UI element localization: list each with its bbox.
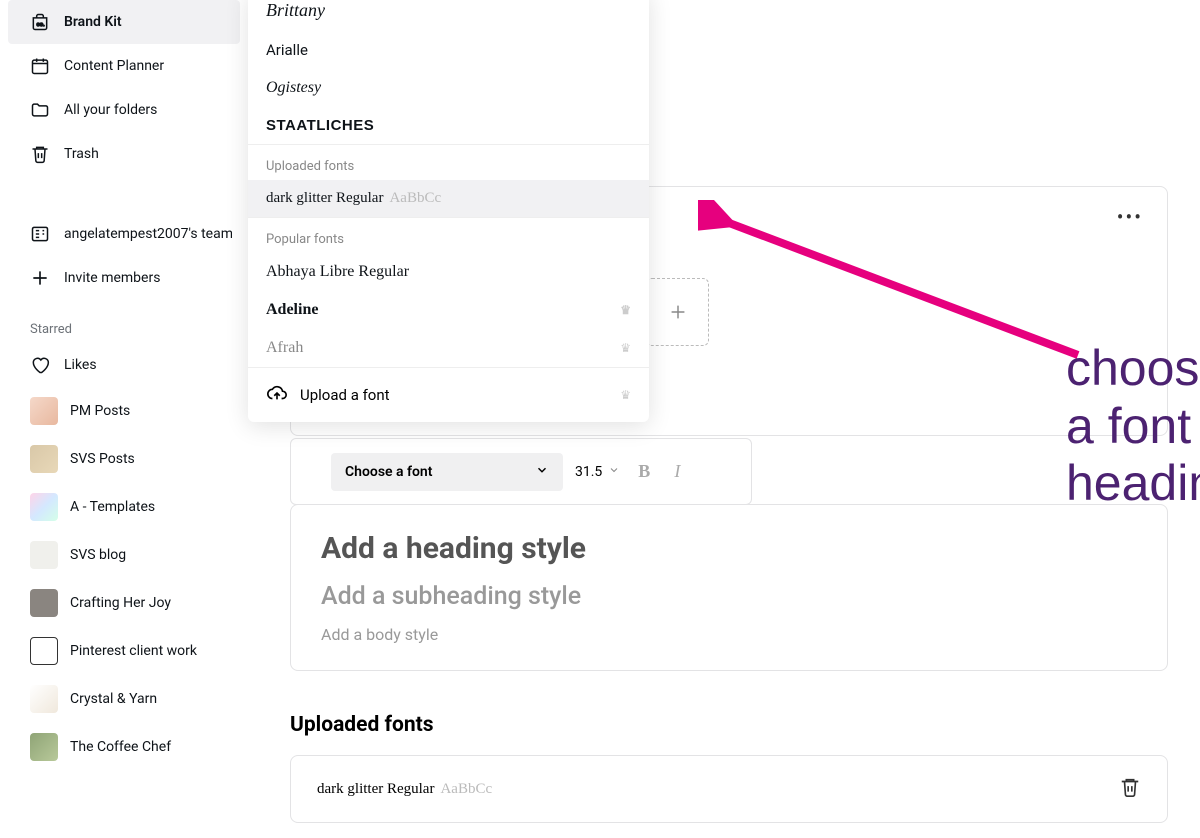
starred-label: SVS Posts [70,451,135,467]
add-heading-style[interactable]: Add a heading style [321,531,1137,566]
starred-svs-posts[interactable]: SVS Posts [0,435,248,483]
annotation-text: choosing a font for headings [1066,340,1200,513]
more-menu-button[interactable]: ••• [1117,205,1143,229]
plus-icon [30,268,50,288]
sidebar-item-content-planner[interactable]: Content Planner [0,44,248,88]
starred-crystal-yarn[interactable]: Crystal & Yarn [0,675,248,723]
font-option-label: Staatliches [266,117,374,134]
folder-thumb [30,685,58,713]
sidebar-item-trash[interactable]: Trash [0,132,248,176]
font-option-brittany[interactable]: Brittany [248,0,649,31]
font-option-label: dark glitter RegularAaBbCc [266,190,441,207]
sidebar-item-label: Brand Kit [64,14,122,30]
folder-thumb [30,397,58,425]
upload-font-button[interactable]: Upload a font ♛ [248,367,649,422]
upload-font-label: Upload a font [300,386,390,404]
folder-thumb [30,493,58,521]
dropdown-section-popular: Popular fonts [248,217,649,253]
italic-button[interactable]: I [668,461,686,482]
sidebar-item-brand-kit[interactable]: co. Brand Kit [8,0,240,44]
font-option-staatliches[interactable]: Staatliches [248,107,649,144]
sidebar-item-label: Invite members [64,270,160,286]
sidebar-item-invite[interactable]: Invite members [0,256,248,300]
text-styles-card: Add a heading style Add a subheading sty… [290,504,1168,671]
sidebar-item-label: angelatempest2007's team [64,226,232,242]
font-option-arialle[interactable]: Arialle [248,31,649,69]
starred-crafting[interactable]: Crafting Her Joy [0,579,248,627]
font-option-ogistesy[interactable]: Ogistesy [248,69,649,107]
font-toolbar: Choose a font 31.5 B I [290,438,752,505]
calendar-icon [30,56,50,76]
font-option-label: Abhaya Libre Regular [266,263,409,281]
folder-thumb [30,589,58,617]
starred-label: Pinterest client work [70,643,197,659]
chevron-down-icon [535,463,549,481]
sidebar: co. Brand Kit Content Planner All your f… [0,0,248,838]
add-color-button[interactable] [646,278,709,346]
upload-icon [266,382,288,408]
add-subheading-style[interactable]: Add a subheading style [321,582,1137,611]
starred-svs-blog[interactable]: SVS blog [0,531,248,579]
font-option-adeline[interactable]: Adeline ♛ [248,291,649,329]
sidebar-item-all-folders[interactable]: All your folders [0,88,248,132]
font-option-afrah[interactable]: Afrah ♛ [248,329,649,367]
heart-icon [30,355,50,375]
starred-a-templates[interactable]: A - Templates [0,483,248,531]
font-size-value: 31.5 [575,464,602,480]
sidebar-item-likes[interactable]: Likes [0,343,248,387]
crown-icon: ♛ [620,341,631,356]
sidebar-item-label: Content Planner [64,58,164,74]
starred-label: A - Templates [70,499,155,515]
font-option-dark-glitter[interactable]: dark glitter RegularAaBbCc [248,180,649,217]
font-option-label: Afrah [266,339,303,357]
font-select-dropdown[interactable]: Choose a font [331,453,563,491]
font-option-label: Brittany [266,0,325,21]
starred-label: The Coffee Chef [70,739,171,755]
dropdown-section-uploaded: Uploaded fonts [248,144,649,180]
font-dropdown: Brittany Arialle Ogistesy Staatliches Up… [248,0,649,422]
sidebar-item-label: Likes [64,357,97,373]
folder-thumb [30,445,58,473]
starred-label: Crystal & Yarn [70,691,157,707]
font-size-select[interactable]: 31.5 [575,464,620,480]
font-option-label: Arialle [266,41,308,59]
font-option-abhaya[interactable]: Abhaya Libre Regular [248,253,649,291]
main-panel: ••• Brittany Arialle Ogistesy Staatliche… [248,0,1200,838]
font-option-label: Adeline [266,301,318,319]
uploaded-font-name: dark glitter RegularAaBbCc [317,781,492,798]
crown-icon: ♛ [620,303,631,318]
starred-label: PM Posts [70,403,130,419]
chevron-down-icon [608,464,620,480]
starred-pinterest[interactable]: Pinterest client work [0,627,248,675]
font-option-label: Ogistesy [266,79,321,97]
starred-coffee-chef[interactable]: The Coffee Chef [0,723,248,771]
team-icon [30,224,50,244]
folder-thumb [30,733,58,761]
sidebar-item-team[interactable]: angelatempest2007's team [0,212,248,256]
starred-pm-posts[interactable]: PM Posts [0,387,248,435]
uploaded-fonts-title: Uploaded fonts [290,713,434,737]
delete-font-button[interactable] [1119,776,1141,802]
add-body-style[interactable]: Add a body style [321,625,1137,644]
trash-icon [30,144,50,164]
starred-label: Crafting Her Joy [70,595,171,611]
sidebar-item-label: Trash [64,146,99,162]
crown-icon: ♛ [620,388,631,402]
starred-label: SVS blog [70,547,126,563]
uploaded-font-row: dark glitter RegularAaBbCc [290,755,1168,823]
folder-thumb [30,541,58,569]
sidebar-item-label: All your folders [64,102,157,118]
starred-section-label: Starred [0,316,248,343]
svg-text:co.: co. [37,22,45,28]
folder-thumb [30,637,58,665]
folder-icon [30,100,50,120]
bold-button[interactable]: B [632,461,656,482]
brand-kit-icon: co. [30,12,50,32]
font-select-label: Choose a font [345,464,432,480]
